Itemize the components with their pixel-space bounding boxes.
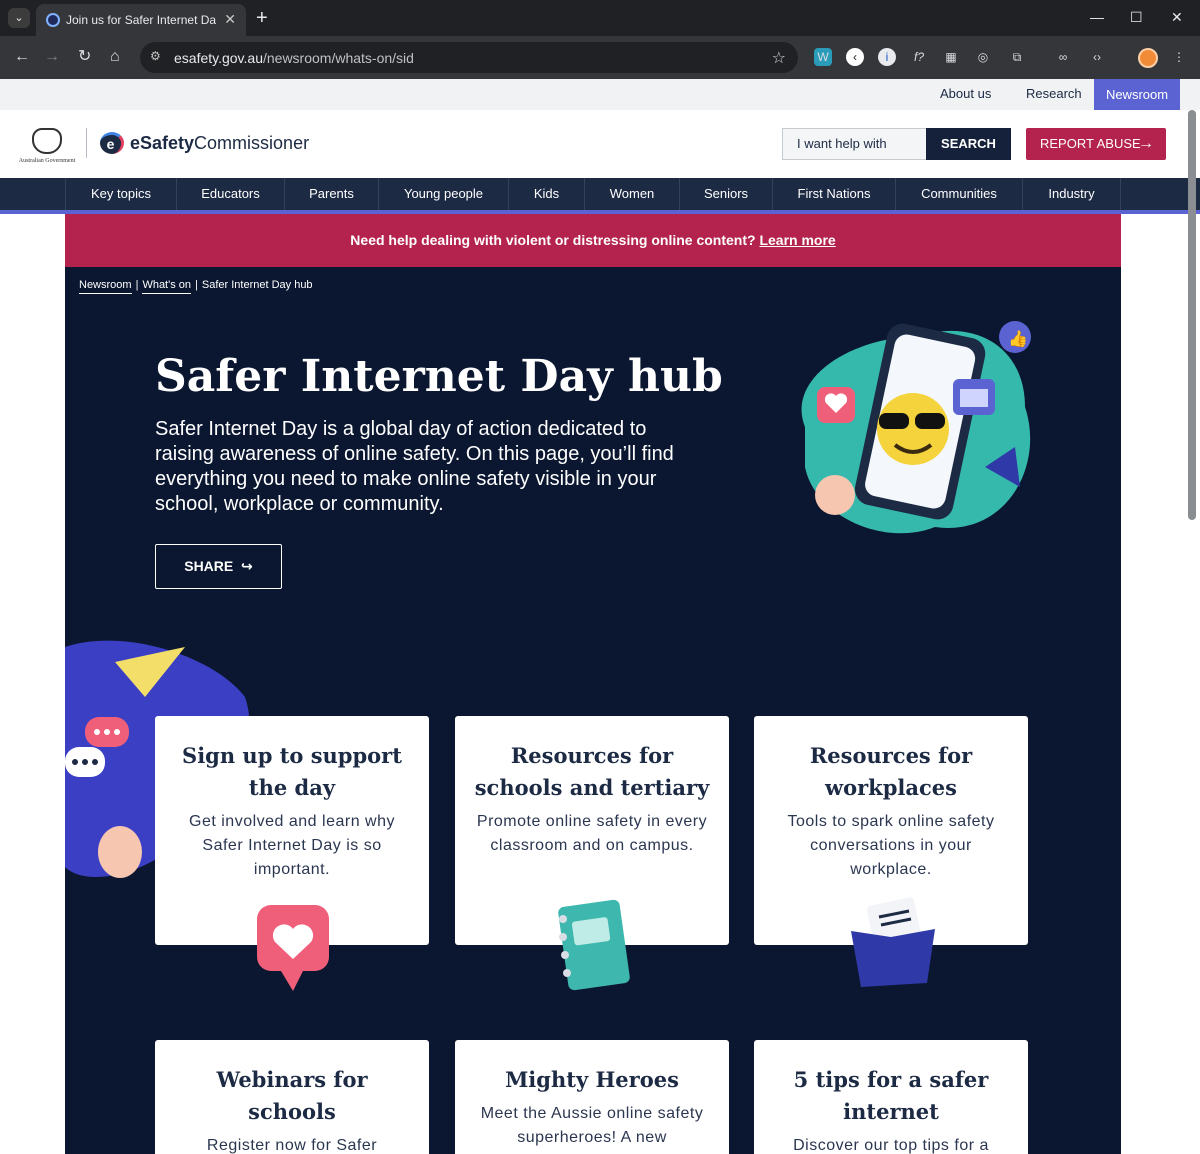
page-title: Safer Internet Day hub	[155, 351, 723, 402]
breadcrumb-separator: |	[195, 279, 198, 291]
browser-tab-bar: ⌄ Join us for Safer Internet Day | e ✕ +…	[0, 0, 1200, 36]
reload-icon[interactable]: ↻	[78, 47, 91, 67]
link-icon[interactable]: ∞	[1054, 48, 1072, 66]
breadcrumb-separator: |	[135, 279, 139, 291]
extensions-puzzle-icon[interactable]: ⧉	[1008, 48, 1026, 66]
card-title: 5 tips for a safer internet	[793, 1067, 989, 1124]
hero-section: Newsroom | What's on | Safer Internet Day hu…	[65, 267, 1121, 1154]
nav-seniors[interactable]: Seniors	[679, 178, 772, 210]
tab-title: Join us for Safer Internet Day | e	[66, 13, 216, 27]
australian-government-crest: Australian Government	[18, 128, 76, 168]
esafety-logo-icon[interactable]: e	[100, 132, 124, 154]
browser-toolbar: ← → ↻ ⌂ ⚙ esafety.gov.au/newsroom/whats-…	[0, 36, 1200, 79]
page-scrollbar-thumb[interactable]	[1188, 110, 1196, 520]
logo-divider	[86, 128, 87, 158]
site-header: Australian Government e eSafetyCommissio…	[0, 110, 1200, 178]
nav-educators[interactable]: Educators	[176, 178, 284, 210]
nav-parents[interactable]: Parents	[284, 178, 378, 210]
breadcrumb-newsroom[interactable]: Newsroom	[79, 279, 132, 294]
share-arrow-icon: ↪	[237, 558, 253, 574]
search-button[interactable]: SEARCH	[926, 128, 1011, 160]
nav-first-nations[interactable]: First Nations	[772, 178, 895, 210]
nav-women[interactable]: Women	[584, 178, 679, 210]
extension-cc-icon[interactable]: ◎	[974, 48, 992, 66]
breadcrumb-whats-on[interactable]: What's on	[142, 279, 192, 294]
site-favicon-icon	[46, 13, 60, 27]
arrow-right-icon: →	[1138, 135, 1154, 152]
breadcrumb-current: Safer Internet Day hub	[201, 279, 313, 291]
folder-icon	[851, 897, 935, 987]
help-search-input[interactable]: I want help with	[782, 128, 927, 160]
home-icon[interactable]: ⌂	[110, 47, 120, 67]
heart-bubble-icon	[257, 905, 329, 991]
card-text: Meet the Aussie online safety superheroe…	[480, 1105, 704, 1146]
newsroom-link[interactable]: Newsroom	[1094, 79, 1180, 110]
extension-info-icon[interactable]: i	[878, 48, 896, 66]
logo-rest: Commissioner	[194, 133, 310, 153]
extension-grid-icon[interactable]: ▦	[942, 48, 960, 66]
alert-text: Need help dealing with violent or distre…	[350, 232, 756, 248]
extension-font-icon[interactable]: f?	[910, 48, 928, 66]
profile-avatar[interactable]	[1138, 48, 1158, 68]
card-webinars[interactable]: Webinars for schools Register now for Sa…	[155, 1040, 429, 1154]
url-path: /newsroom/whats-on/sid	[262, 50, 414, 66]
minimize-icon[interactable]: —	[1090, 8, 1104, 26]
extension-w-icon[interactable]: W	[814, 48, 832, 66]
hero-description: Safer Internet Day is a global day of ac…	[155, 418, 674, 515]
svg-text:👍: 👍	[1008, 329, 1028, 348]
share-label: SHARE	[184, 558, 234, 574]
tab-search-button[interactable]: ⌄	[8, 8, 30, 28]
extension-back-icon[interactable]: ‹	[846, 48, 864, 66]
bookmark-star-icon[interactable]: ☆	[772, 48, 786, 68]
card-title: Resources for schools and tertiary	[474, 743, 710, 800]
coat-of-arms-icon	[32, 128, 62, 154]
gov-label: Australian Government	[18, 158, 76, 164]
browser-tab[interactable]: Join us for Safer Internet Day | e ✕	[36, 4, 246, 36]
card-mighty-heroes[interactable]: Mighty Heroes Meet the Aussie online saf…	[455, 1040, 729, 1154]
report-abuse-label: REPORT ABUSE	[1040, 136, 1141, 151]
nav-industry[interactable]: Industry	[1022, 178, 1121, 210]
new-tab-button[interactable]: +	[256, 6, 268, 30]
card-text: Tools to spark online safety conversatio…	[787, 813, 995, 878]
code-icon[interactable]: ‹›	[1088, 48, 1106, 66]
maximize-icon[interactable]: ☐	[1130, 8, 1143, 26]
card-text: Promote online safety in every classroom…	[476, 813, 708, 854]
nav-kids[interactable]: Kids	[508, 178, 584, 210]
logo-bold: eSafety	[130, 133, 195, 153]
card-text: Get involved and learn why Safer Interne…	[189, 813, 395, 878]
research-link[interactable]: Research	[1026, 86, 1082, 101]
card-title: Webinars for schools	[216, 1067, 368, 1124]
back-icon[interactable]: ←	[14, 47, 30, 67]
nav-key-topics[interactable]: Key topics	[65, 178, 176, 210]
card-title: Mighty Heroes	[505, 1067, 679, 1092]
card-text: Register now for Safer	[206, 1137, 378, 1154]
card-five-tips[interactable]: 5 tips for a safer internet Discover our…	[754, 1040, 1028, 1154]
card-text: Discover our top tips for a	[793, 1137, 989, 1154]
tab-close-icon[interactable]: ✕	[224, 11, 236, 27]
card-title: Sign up to support the day	[182, 743, 402, 800]
alert-banner: Need help dealing with violent or distre…	[65, 214, 1121, 267]
phone-emoji-illustration: 👍	[801, 321, 1031, 534]
share-button[interactable]: SHARE ↪	[155, 544, 282, 589]
breadcrumb: Newsroom | What's on | Safer Internet Day hu…	[79, 279, 313, 294]
forward-icon[interactable]: →	[44, 47, 60, 67]
browser-menu-icon[interactable]: ⋮	[1170, 48, 1188, 66]
window-close-icon[interactable]: ✕	[1171, 8, 1183, 26]
esafety-logo-text[interactable]: eSafetyCommissioner	[130, 133, 309, 154]
nav-young-people[interactable]: Young people	[378, 178, 508, 210]
nav-communities[interactable]: Communities	[895, 178, 1022, 210]
utility-bar: About us Research Newsroom	[0, 79, 1200, 110]
site-info-icon[interactable]: ⚙	[150, 49, 161, 63]
learn-more-link[interactable]: Learn more	[759, 232, 835, 248]
url-domain: esafety.gov.au	[174, 50, 263, 66]
address-bar[interactable]: ⚙ esafety.gov.au/newsroom/whats-on/sid ☆	[140, 42, 798, 73]
card-title: Resources for workplaces	[809, 743, 973, 800]
report-abuse-button[interactable]: REPORT ABUSE →	[1026, 128, 1166, 160]
about-us-link[interactable]: About us	[940, 86, 991, 101]
main-navigation: Key topics Educators Parents Young peopl…	[0, 178, 1200, 210]
notebook-icon	[558, 899, 630, 991]
